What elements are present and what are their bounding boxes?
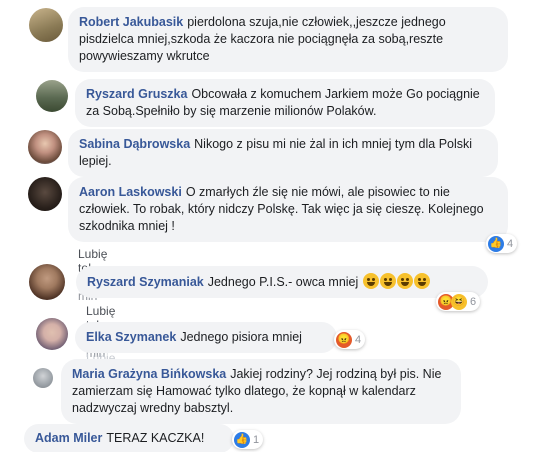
comment-text: Jednego P.I.S.- owca mniej [207,275,359,289]
comment-bubble: Elka Szymanek Jednego pisiora mniej [75,322,337,353]
like-reaction-icon: 👍 [488,235,504,252]
comment-bubble: Aaron Laskowski O zmarłych źle się nie mó… [68,177,508,242]
comment-bubble: Ryszard Szymaniak Jednego P.I.S.- owca mn… [76,266,488,298]
reaction-count: 6 [470,295,477,308]
reaction-count: 4 [355,333,362,346]
comment-bubble: Sabina Dąbrowska Nikogo z pisu mi nie żal… [68,129,498,177]
laughing-tears-emoji-icon [396,273,413,289]
angry-reaction-icon: 😠 [336,331,352,348]
comment-bubble: Ryszard Gruszka Obcowała z komuchem Jarki… [75,79,495,127]
comment-author[interactable]: Elka Szymanek [86,330,176,344]
avatar[interactable] [33,368,53,388]
avatar[interactable] [28,130,62,164]
laughing-tears-emoji-icon [413,273,430,289]
comment-author[interactable]: Adam Miler [35,431,102,445]
comment-text: Jednego pisiora mniej [180,330,302,344]
comment-bubble: Adam Miler TERAZ KACZKA! [24,424,234,452]
avatar[interactable] [29,8,63,42]
comment-bubble: Maria Grażyna Bińkowska Jakiej rodziny? J… [61,359,461,424]
comment-author[interactable]: Robert Jakubasik [79,15,183,29]
reaction-count: 1 [253,433,260,446]
like-reaction-icon: 👍 [234,431,250,448]
grinning-emoji-icon [362,273,379,289]
reaction-summary[interactable]: 😠 4 [334,330,366,349]
avatar[interactable] [36,80,68,112]
avatar[interactable] [28,177,62,211]
comment-text: TERAZ KACZKA! [106,431,205,445]
avatar[interactable] [29,264,65,300]
avatar[interactable] [36,318,68,350]
comment-author[interactable]: Ryszard Szymaniak [87,275,204,289]
comment-author[interactable]: Sabina Dąbrowska [79,137,190,151]
comment-author[interactable]: Ryszard Gruszka [86,87,187,101]
reaction-count: 4 [507,237,514,250]
reaction-summary[interactable]: 👍 4 [486,234,518,253]
comment-author[interactable]: Aaron Laskowski [79,185,182,199]
haha-reaction-icon: 😆 [451,293,467,310]
comment-author[interactable]: Maria Grażyna Bińkowska [72,367,226,381]
reaction-summary[interactable]: 😠 😆 6 [436,292,481,311]
reaction-summary[interactable]: 👍 1 [232,430,264,449]
comment-bubble: Robert Jakubasik pierdolona szuja,nie czł… [68,7,508,72]
grinning-emoji-icon [379,273,396,289]
